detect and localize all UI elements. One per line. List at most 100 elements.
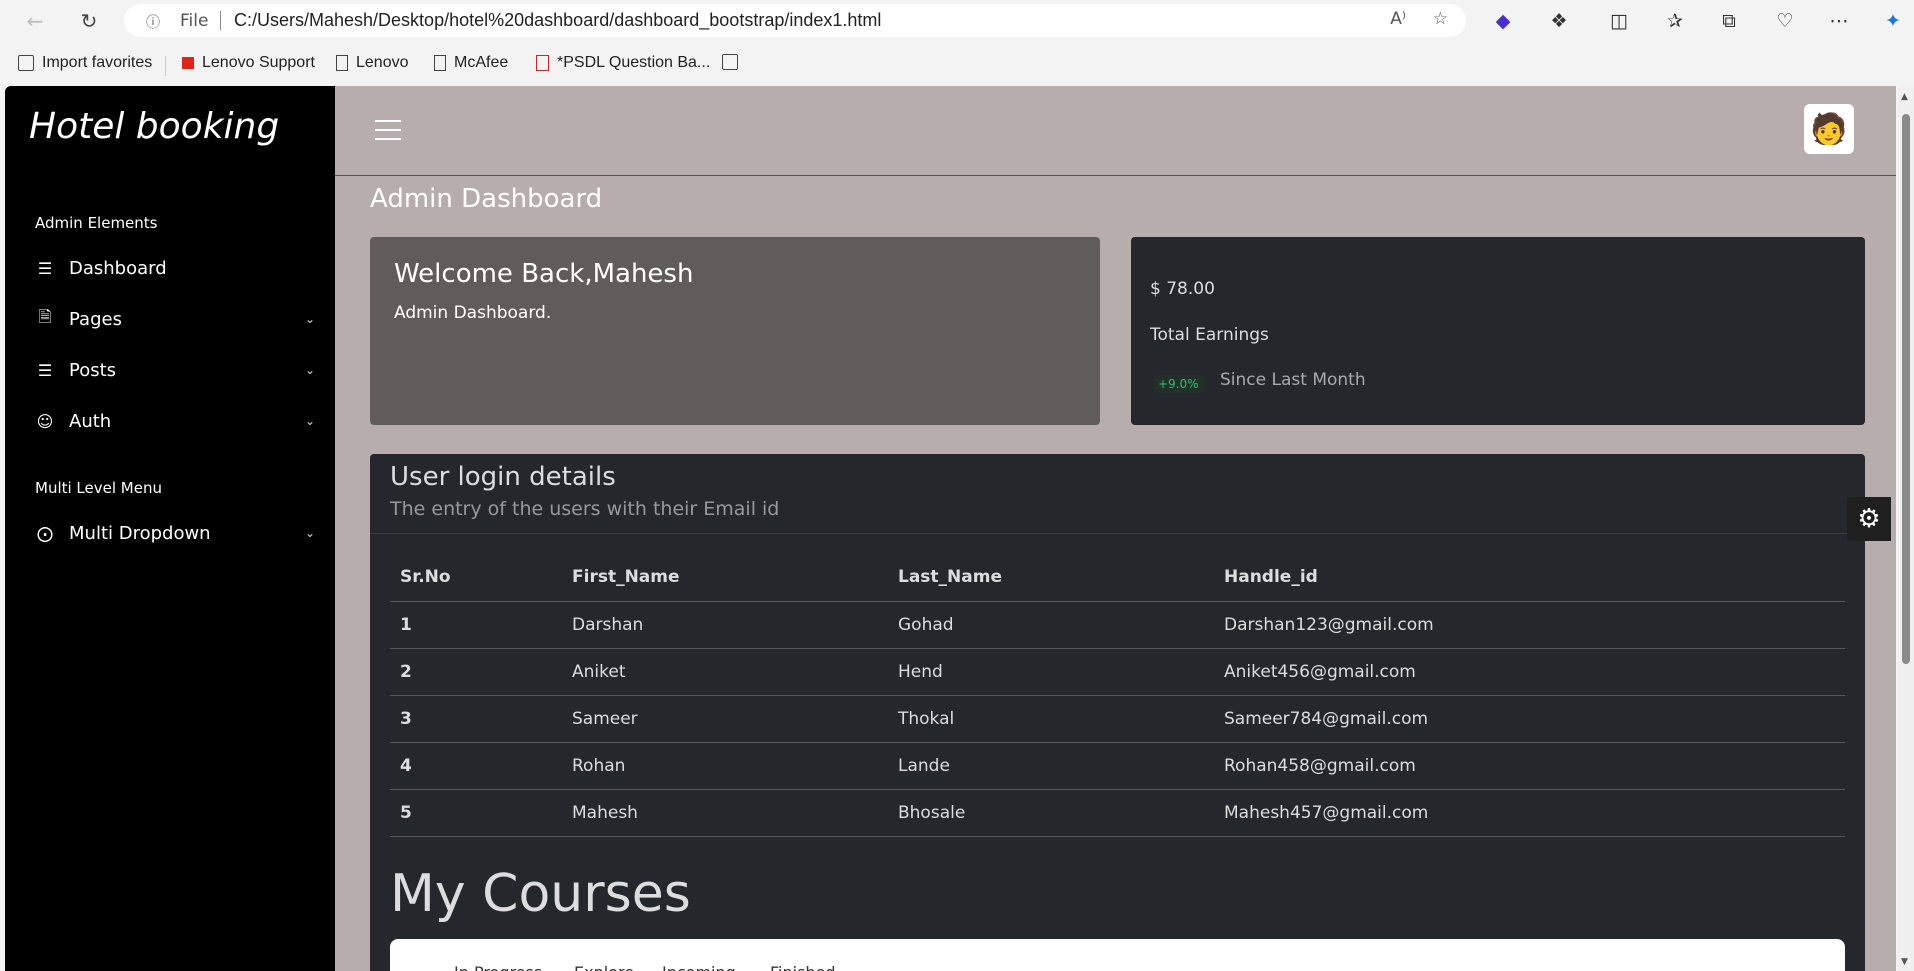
bookmark-import-favorites[interactable]: Import favorites [18, 54, 152, 72]
sidebar-item-label: Auth [69, 410, 112, 432]
user-login-subtitle: The entry of the users with their Email … [390, 498, 780, 520]
avatar[interactable]: 🧑 [1804, 104, 1854, 154]
share-icon: ⨀ [37, 523, 53, 543]
back-arrow-icon[interactable]: ← [22, 8, 48, 34]
bookmark-label: *PSDL Question Ba... [557, 54, 711, 71]
sidebar-item-dashboard[interactable]: ☰ Dashboard [35, 251, 315, 285]
table-cell: Mahesh [562, 789, 888, 837]
bookmark-label: Import favorites [42, 54, 153, 71]
table-cell: Mahesh457@gmail.com [1214, 789, 1845, 837]
sidebar-heading-admin: Admin Elements [35, 214, 158, 232]
tab-in-progress[interactable]: In Progress [454, 963, 542, 971]
sidebar-item-label: Pages [69, 308, 122, 330]
sidebar-heading-multi: Multi Level Menu [35, 479, 162, 497]
user-login-card: User login details The entry of the user… [370, 454, 1865, 971]
table-cell: Aniket [562, 648, 888, 696]
user-login-header: User login details The entry of the user… [370, 454, 1865, 534]
lenovo-icon [182, 57, 194, 69]
page-icon [336, 55, 348, 71]
copilot-icon[interactable]: ✦ [1880, 8, 1906, 34]
sidebar-item-auth[interactable]: ☺ Auth ⌄ [35, 404, 315, 438]
table-cell: Darshan123@gmail.com [1214, 601, 1845, 649]
page-icon [434, 55, 446, 71]
tab-explore[interactable]: Explore [574, 963, 634, 971]
table-row: 1 Darshan Gohad Darshan123@gmail.com [390, 601, 1845, 649]
address-bar[interactable]: ⓘ File C:/Users/Mahesh/Desktop/hotel%20d… [124, 4, 1466, 37]
column-header: Handle_id [1214, 554, 1845, 602]
table-cell: 2 [390, 648, 562, 696]
table-cell: Lande [888, 742, 1214, 790]
bookmark-label: Lenovo Support [202, 54, 315, 71]
refresh-icon[interactable]: ↻ [76, 8, 102, 34]
page-scrollbar[interactable]: ▲ ▼ [1898, 86, 1914, 971]
earnings-label: Total Earnings [1150, 325, 1269, 345]
bookmark-label: McAfee [454, 54, 509, 71]
scrollbar-thumb[interactable] [1902, 114, 1910, 664]
table-row: 4 Rohan Lande Rohan458@gmail.com [390, 742, 1845, 790]
user-login-table: Sr.No First_Name Last_Name Handle_id 1 D… [390, 554, 1845, 837]
table-header-row: Sr.No First_Name Last_Name Handle_id [390, 554, 1845, 602]
earnings-change-badge: +9.0% [1153, 375, 1204, 393]
collections-icon[interactable]: ⧉ [1716, 8, 1742, 34]
table-cell: Thokal [888, 695, 1214, 743]
scroll-down-icon[interactable]: ▼ [1901, 957, 1908, 967]
bookmark-lenovo[interactable]: Lenovo [336, 54, 409, 72]
extension-diamond-icon[interactable]: ◆ [1490, 8, 1516, 34]
sidebar-item-label: Posts [69, 359, 117, 381]
sidebar: Hotel booking Admin Elements ☰ Dashboard… [5, 86, 335, 971]
read-aloud-icon[interactable]: A⁾ [1390, 9, 1406, 29]
table-cell: 1 [390, 601, 562, 649]
earnings-amount: $ 78.00 [1150, 279, 1215, 299]
bookmarks-bar: Import favorites Lenovo Support Lenovo M… [0, 42, 1914, 86]
page-title: Admin Dashboard [370, 184, 603, 214]
sliders-icon: ☰ [37, 360, 53, 380]
sidebar-item-pages[interactable]: 🗎 Pages ⌄ [35, 302, 315, 336]
dashboard-page: Hotel booking Admin Elements ☰ Dashboard… [5, 86, 1896, 971]
favorites-icon[interactable]: ✰ [1662, 8, 1688, 34]
courses-title: My Courses [390, 864, 691, 924]
tab-finished[interactable]: Finished [770, 963, 836, 971]
chevron-down-icon: ⌄ [304, 363, 315, 377]
browser-essentials-icon[interactable]: ♡ [1772, 8, 1798, 34]
more-menu-icon[interactable]: ⋯ [1826, 8, 1852, 34]
file-icon: 🗎 [38, 306, 52, 326]
sidebar-item-posts[interactable]: ☰ Posts ⌄ [35, 353, 315, 387]
brand-title[interactable]: Hotel booking [29, 106, 279, 147]
scroll-up-icon[interactable]: ▲ [1901, 92, 1908, 102]
pdf-icon [536, 55, 549, 71]
list-icon: ☰ [37, 258, 53, 278]
tab-incoming[interactable]: Incoming [662, 963, 736, 971]
sidebar-item-multi-dropdown[interactable]: ⨀ Multi Dropdown ⌄ [35, 516, 315, 550]
settings-gear-icon[interactable]: ⚙ [1847, 497, 1891, 541]
table-cell: Gohad [888, 601, 1214, 649]
bookmark-calendar[interactable] [722, 54, 738, 70]
bookmark-mcafee[interactable]: McAfee [434, 54, 508, 72]
column-header: First_Name [562, 554, 888, 602]
top-navbar: 🧑 [335, 86, 1896, 176]
table-cell: Rohan [562, 742, 888, 790]
info-icon[interactable]: ⓘ [146, 12, 160, 32]
courses-tabs-box: In Progress Explore Incoming Finished [390, 939, 1845, 971]
extensions-puzzle-icon[interactable]: ❖ [1546, 8, 1572, 34]
table-cell: Bhosale [888, 789, 1214, 837]
url-text[interactable]: C:/Users/Mahesh/Desktop/hotel%20dashboar… [234, 10, 881, 31]
welcome-title: Welcome Back,Mahesh [394, 259, 694, 289]
welcome-subtitle: Admin Dashboard. [394, 303, 552, 323]
bookmark-psdl[interactable]: *PSDL Question Ba... [536, 54, 710, 72]
table-cell: 5 [390, 789, 562, 837]
earnings-card: $ 78.00 Total Earnings +9.0% Since Last … [1131, 237, 1865, 425]
user-icon: ☺ [36, 411, 54, 431]
favorite-star-icon[interactable]: ☆ [1433, 9, 1448, 29]
chevron-down-icon: ⌄ [304, 526, 315, 540]
split-screen-icon[interactable]: ◫ [1606, 8, 1632, 34]
bookmark-lenovo-support[interactable]: Lenovo Support [182, 54, 315, 72]
table-cell: Sameer784@gmail.com [1214, 695, 1845, 743]
table-cell: Rohan458@gmail.com [1214, 742, 1845, 790]
earnings-since: Since Last Month [1220, 370, 1366, 390]
table-cell: 4 [390, 742, 562, 790]
chevron-down-icon: ⌄ [304, 312, 315, 326]
hamburger-menu-icon[interactable] [375, 120, 401, 140]
user-login-title: User login details [390, 462, 616, 492]
bookmark-label: Lenovo [356, 54, 409, 71]
address-separator [220, 11, 221, 30]
